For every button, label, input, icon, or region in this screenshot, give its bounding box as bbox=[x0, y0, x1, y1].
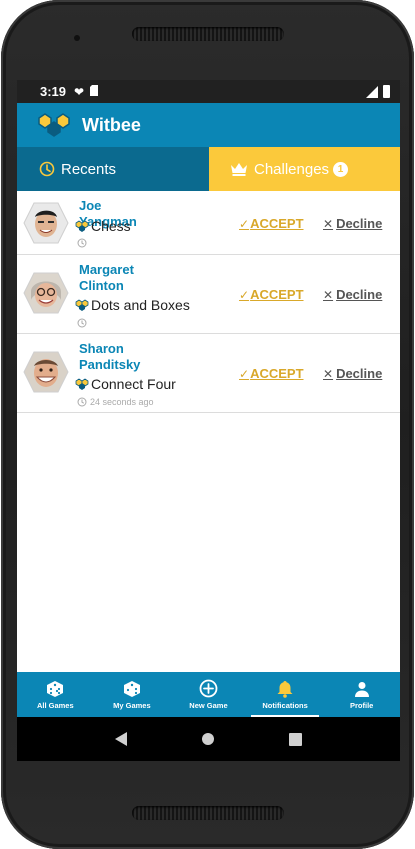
close-icon: ✕ bbox=[323, 366, 334, 381]
bottom-nav: All Games My Games New Game Notification… bbox=[17, 672, 400, 717]
clock-icon bbox=[39, 161, 55, 177]
person-icon bbox=[354, 679, 370, 698]
clock-icon bbox=[77, 238, 87, 248]
challenge-row[interactable]: Sharon Panditsky Connect Four 24 seconds… bbox=[17, 334, 400, 413]
signal-icon bbox=[366, 85, 378, 98]
close-icon: ✕ bbox=[323, 287, 334, 302]
nav-profile[interactable]: Profile bbox=[323, 672, 400, 717]
nav-label: All Games bbox=[36, 701, 74, 710]
witbee-game-icon bbox=[75, 378, 89, 390]
tab-bar: Recents Challenges 1 bbox=[17, 147, 400, 191]
tab-recents-label: Recents bbox=[61, 160, 117, 178]
app-title: Witbee bbox=[82, 114, 141, 135]
avatar bbox=[23, 202, 69, 244]
game-name: Chess bbox=[75, 218, 131, 234]
nav-all-games[interactable]: All Games bbox=[17, 672, 94, 717]
time-ago bbox=[77, 318, 90, 328]
decline-label: Decline bbox=[336, 216, 383, 231]
nav-label: Profile bbox=[350, 701, 374, 710]
check-icon: ✓ bbox=[239, 216, 250, 231]
front-camera bbox=[74, 35, 80, 41]
witbee-game-icon bbox=[75, 299, 89, 311]
earpiece-speaker bbox=[132, 27, 284, 41]
accept-label: ACCEPT bbox=[250, 287, 304, 302]
witbee-logo-icon bbox=[37, 112, 71, 138]
plus-circle-icon bbox=[199, 679, 218, 698]
challenger-name[interactable]: Margaret Clinton bbox=[79, 262, 159, 294]
game-label: Dots and Boxes bbox=[91, 297, 190, 313]
close-icon: ✕ bbox=[323, 216, 334, 231]
game-label: Connect Four bbox=[91, 376, 176, 392]
clock-icon bbox=[77, 397, 87, 407]
heart-icon: ❤ bbox=[74, 84, 85, 99]
bottom-speaker bbox=[132, 806, 284, 820]
accept-button[interactable]: ✓ ACCEPT bbox=[239, 287, 304, 302]
nav-label: My Games bbox=[113, 701, 151, 710]
avatar bbox=[23, 351, 69, 393]
witbee-game-icon bbox=[75, 220, 89, 232]
accept-button[interactable]: ✓ ACCEPT bbox=[239, 216, 304, 231]
game-label: Chess bbox=[91, 218, 131, 234]
accept-label: ACCEPT bbox=[250, 216, 304, 231]
nav-label: Notifications bbox=[262, 701, 308, 710]
back-icon[interactable] bbox=[114, 732, 127, 746]
accept-label: ACCEPT bbox=[250, 366, 304, 381]
nav-label: New Game bbox=[189, 701, 228, 710]
dice-icon bbox=[45, 679, 65, 698]
avatar bbox=[23, 272, 69, 314]
game-name: Connect Four bbox=[75, 376, 176, 392]
challenges-count-badge: 1 bbox=[333, 161, 349, 177]
phone-frame: 3:19 ❤ Witbee Recents Challenges 1 Joe Y… bbox=[1, 0, 414, 849]
decline-button[interactable]: ✕ Decline bbox=[323, 366, 382, 381]
decline-label: Decline bbox=[336, 366, 383, 381]
check-icon: ✓ bbox=[239, 287, 250, 302]
challenger-name[interactable]: Sharon Panditsky bbox=[79, 341, 159, 373]
nav-notifications[interactable]: Notifications bbox=[247, 672, 324, 717]
crown-icon bbox=[230, 162, 248, 176]
screen: 3:19 ❤ Witbee Recents Challenges 1 Joe Y… bbox=[17, 80, 400, 761]
battery-icon bbox=[383, 85, 390, 98]
nav-new-game[interactable]: New Game bbox=[170, 672, 247, 717]
challenge-row[interactable]: Joe Yangman Chess ✓ ACCEPT ✕ Decline bbox=[17, 191, 400, 255]
status-bar: 3:19 ❤ bbox=[17, 80, 400, 103]
app-bar: Witbee bbox=[17, 103, 400, 147]
clock-icon bbox=[77, 318, 87, 328]
time-ago-label: 24 seconds ago bbox=[90, 397, 154, 407]
status-time: 3:19 bbox=[40, 84, 67, 99]
dice-icon bbox=[122, 679, 142, 698]
challenge-row[interactable]: Margaret Clinton Dots and Boxes ✓ ACCEPT bbox=[17, 255, 400, 334]
system-nav-bar bbox=[17, 717, 400, 761]
accept-button[interactable]: ✓ ACCEPT bbox=[239, 366, 304, 381]
time-ago bbox=[77, 238, 90, 248]
home-icon[interactable] bbox=[201, 733, 214, 745]
check-icon: ✓ bbox=[239, 366, 250, 381]
time-ago: 24 seconds ago bbox=[77, 397, 154, 407]
nav-my-games[interactable]: My Games bbox=[94, 672, 171, 717]
recent-apps-icon[interactable] bbox=[289, 732, 303, 746]
game-name: Dots and Boxes bbox=[75, 297, 190, 313]
decline-label: Decline bbox=[336, 287, 383, 302]
bell-icon bbox=[277, 679, 293, 698]
tab-challenges-label: Challenges bbox=[254, 160, 330, 178]
challenge-list: Joe Yangman Chess ✓ ACCEPT ✕ Decline Mar… bbox=[17, 191, 400, 413]
decline-button[interactable]: ✕ Decline bbox=[323, 287, 382, 302]
tab-challenges[interactable]: Challenges 1 bbox=[209, 147, 400, 191]
decline-button[interactable]: ✕ Decline bbox=[323, 216, 382, 231]
sd-card-icon bbox=[90, 84, 99, 99]
tab-recents[interactable]: Recents bbox=[17, 147, 209, 191]
